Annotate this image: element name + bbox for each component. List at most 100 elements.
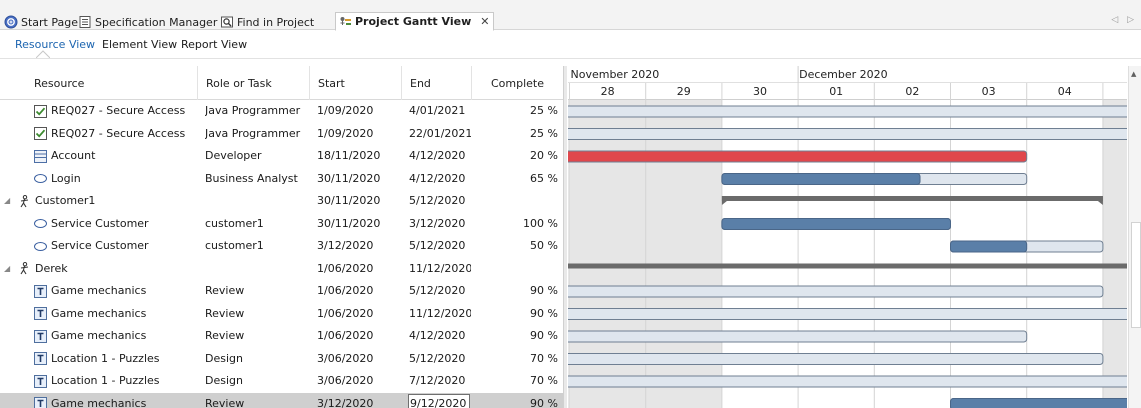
cell-end: 7/12/2020 <box>409 374 466 387</box>
tab-label: Project Gantt View <box>355 15 472 28</box>
month-label: December 2020 <box>799 68 888 81</box>
task-bar[interactable] <box>568 308 1127 320</box>
task-bar[interactable] <box>568 150 1028 163</box>
table-row[interactable]: Account Developer 18/11/2020 4/12/2020 20 % <box>0 145 563 168</box>
cell-complete: 25 % <box>530 126 558 140</box>
cell-complete: 90 % <box>530 396 558 408</box>
cell-complete: 90 % <box>530 329 558 342</box>
task-bar[interactable] <box>568 330 1028 343</box>
scrollbar-thumb[interactable] <box>1131 222 1141 328</box>
task-bar[interactable] <box>568 285 1104 298</box>
cell-start: 1/06/2020 <box>317 306 374 320</box>
cell-start: 1/06/2020 <box>317 329 374 342</box>
tab-find-in-project[interactable]: Find in Project <box>218 13 318 31</box>
gantt-chart: November 2020 December 2020 28 29 30 01 02 03 04… <box>568 66 1127 408</box>
cell-resource: Game mechanics <box>0 325 198 348</box>
column-header-end[interactable]: End <box>401 66 471 100</box>
resource-label: Location 1 - Puzzles <box>51 374 160 387</box>
cell-resource: Account <box>0 145 198 168</box>
day-label: 29 <box>677 85 691 98</box>
cell-start: 30/11/2020 <box>317 194 381 207</box>
task-bar[interactable] <box>568 105 1127 118</box>
specification-icon <box>78 15 92 29</box>
vertical-scrollbar[interactable]: ▲ <box>1128 66 1141 408</box>
splitter-handle[interactable] <box>563 66 567 408</box>
group-row[interactable]: ◢ Derek 1/06/2020 11/12/2020 <box>0 258 563 281</box>
column-header-resource[interactable]: Resource <box>26 66 205 100</box>
cell-start: 18/11/2020 <box>317 149 381 162</box>
cell-role: Review <box>205 284 245 297</box>
cell-resource: Location 1 - Puzzles <box>0 370 198 393</box>
table-row[interactable]: Service Customer customer1 3/12/2020 5/12/2… <box>0 235 563 258</box>
text-element-icon <box>34 374 47 388</box>
tab-project-gantt-view[interactable]: Project Gantt View ✕ <box>335 12 495 31</box>
document-tab-bar: Start Page Specification Manager Find in… <box>0 0 1141 31</box>
resource-label: REQ027 - Secure Access <box>51 126 186 140</box>
cell-complete: 70 % <box>530 351 558 365</box>
group-row[interactable]: ◢ Customer1 30/11/2020 5/12/2020 <box>0 190 563 213</box>
resource-label: Game mechanics <box>51 306 147 320</box>
cell-start: 30/11/2020 <box>317 216 381 230</box>
cell-role: Review <box>205 329 245 342</box>
table-row[interactable]: Service Customer customer1 30/11/2020 3/12/… <box>0 213 563 236</box>
resource-label: Account <box>51 149 96 162</box>
cell-role: Business Analyst <box>205 171 298 185</box>
task-bar[interactable] <box>568 375 1127 388</box>
column-header-complete[interactable]: Complete <box>471 66 563 100</box>
task-bar[interactable] <box>568 128 1127 140</box>
tab-scroll-arrows-icon[interactable]: ◁ ▷ <box>1111 15 1137 25</box>
requirement-checkbox-icon <box>34 127 47 141</box>
task-progress-fill <box>950 240 1028 253</box>
table-row[interactable]: Game mechanics Review 3/12/2020 9/12/2020 90… <box>0 392 563 408</box>
cell-resource: ◢ Derek <box>0 258 198 281</box>
use-case-icon <box>34 240 47 253</box>
summary-bar[interactable] <box>721 196 1103 201</box>
collapse-arrow-icon[interactable]: ◢ <box>4 258 14 281</box>
table-row[interactable]: Location 1 - Puzzles Design 3/06/2020 7/12/… <box>0 370 563 393</box>
cell-role: Java Programmer <box>205 104 301 117</box>
cell-end: 5/12/2020 <box>409 194 466 207</box>
cell-resource: Game mechanics <box>0 393 198 408</box>
task-bar[interactable] <box>568 353 1104 365</box>
cell-complete <box>478 258 558 281</box>
scroll-up-icon[interactable]: ▲ <box>1131 70 1136 78</box>
table-row[interactable]: Game mechanics Review 1/06/2020 11/12/2020 9… <box>0 303 563 326</box>
column-header-role[interactable]: Role or Task <box>197 66 309 100</box>
table-row[interactable]: REQ027 - Secure Access Java Programmer 1/0… <box>0 123 563 146</box>
cell-complete <box>478 190 558 213</box>
collapse-arrow-icon[interactable]: ◢ <box>4 190 14 213</box>
table-row[interactable]: Game mechanics Review 1/06/2020 5/12/2020 90… <box>0 280 563 303</box>
text-element-icon <box>34 284 47 298</box>
summary-bar[interactable] <box>568 263 1127 269</box>
day-label: 02 <box>905 85 919 98</box>
view-tab-report[interactable]: Report View <box>181 38 247 51</box>
end-date-edit-field[interactable]: 9/12/2020 <box>408 393 470 408</box>
text-element-icon <box>34 352 47 366</box>
cell-complete: 25 % <box>530 104 558 117</box>
view-tab-element[interactable]: Element View <box>102 38 177 51</box>
table-row[interactable]: REQ027 - Secure Access Java Programmer 1/0… <box>0 100 563 123</box>
task-progress-fill <box>950 398 1127 408</box>
cell-end: 11/12/2020 <box>409 261 471 275</box>
cell-end: 5/12/2020 <box>409 284 466 297</box>
cell-role <box>205 190 310 213</box>
cell-complete: 100 % <box>523 216 558 230</box>
view-tab-resource[interactable]: Resource View <box>15 38 95 51</box>
table-row[interactable]: Login Business Analyst 30/11/2020 4/12/2020… <box>0 168 563 191</box>
cell-start: 3/06/2020 <box>317 351 374 365</box>
tab-specification-manager[interactable]: Specification Manager <box>76 13 221 31</box>
column-header-start[interactable]: Start <box>309 66 401 100</box>
close-icon[interactable]: ✕ <box>480 15 489 28</box>
cell-complete: 70 % <box>530 374 558 387</box>
tab-start-page[interactable]: Start Page <box>2 13 82 31</box>
day-label: 03 <box>982 85 996 98</box>
table-row[interactable]: Game mechanics Review 1/06/2020 4/12/2020 90… <box>0 325 563 348</box>
resource-label: REQ027 - Secure Access <box>51 104 186 117</box>
table-row[interactable]: Location 1 - Puzzles Design 3/06/2020 5/12/… <box>0 348 563 371</box>
cell-role: Design <box>205 374 243 387</box>
tab-label: Start Page <box>21 15 78 29</box>
text-element-icon <box>34 329 47 343</box>
cell-resource: REQ027 - Secure Access <box>0 123 198 146</box>
cell-end: 3/12/2020 <box>409 216 466 230</box>
view-tab-bar: Resource View Element View Report View <box>0 31 1141 59</box>
